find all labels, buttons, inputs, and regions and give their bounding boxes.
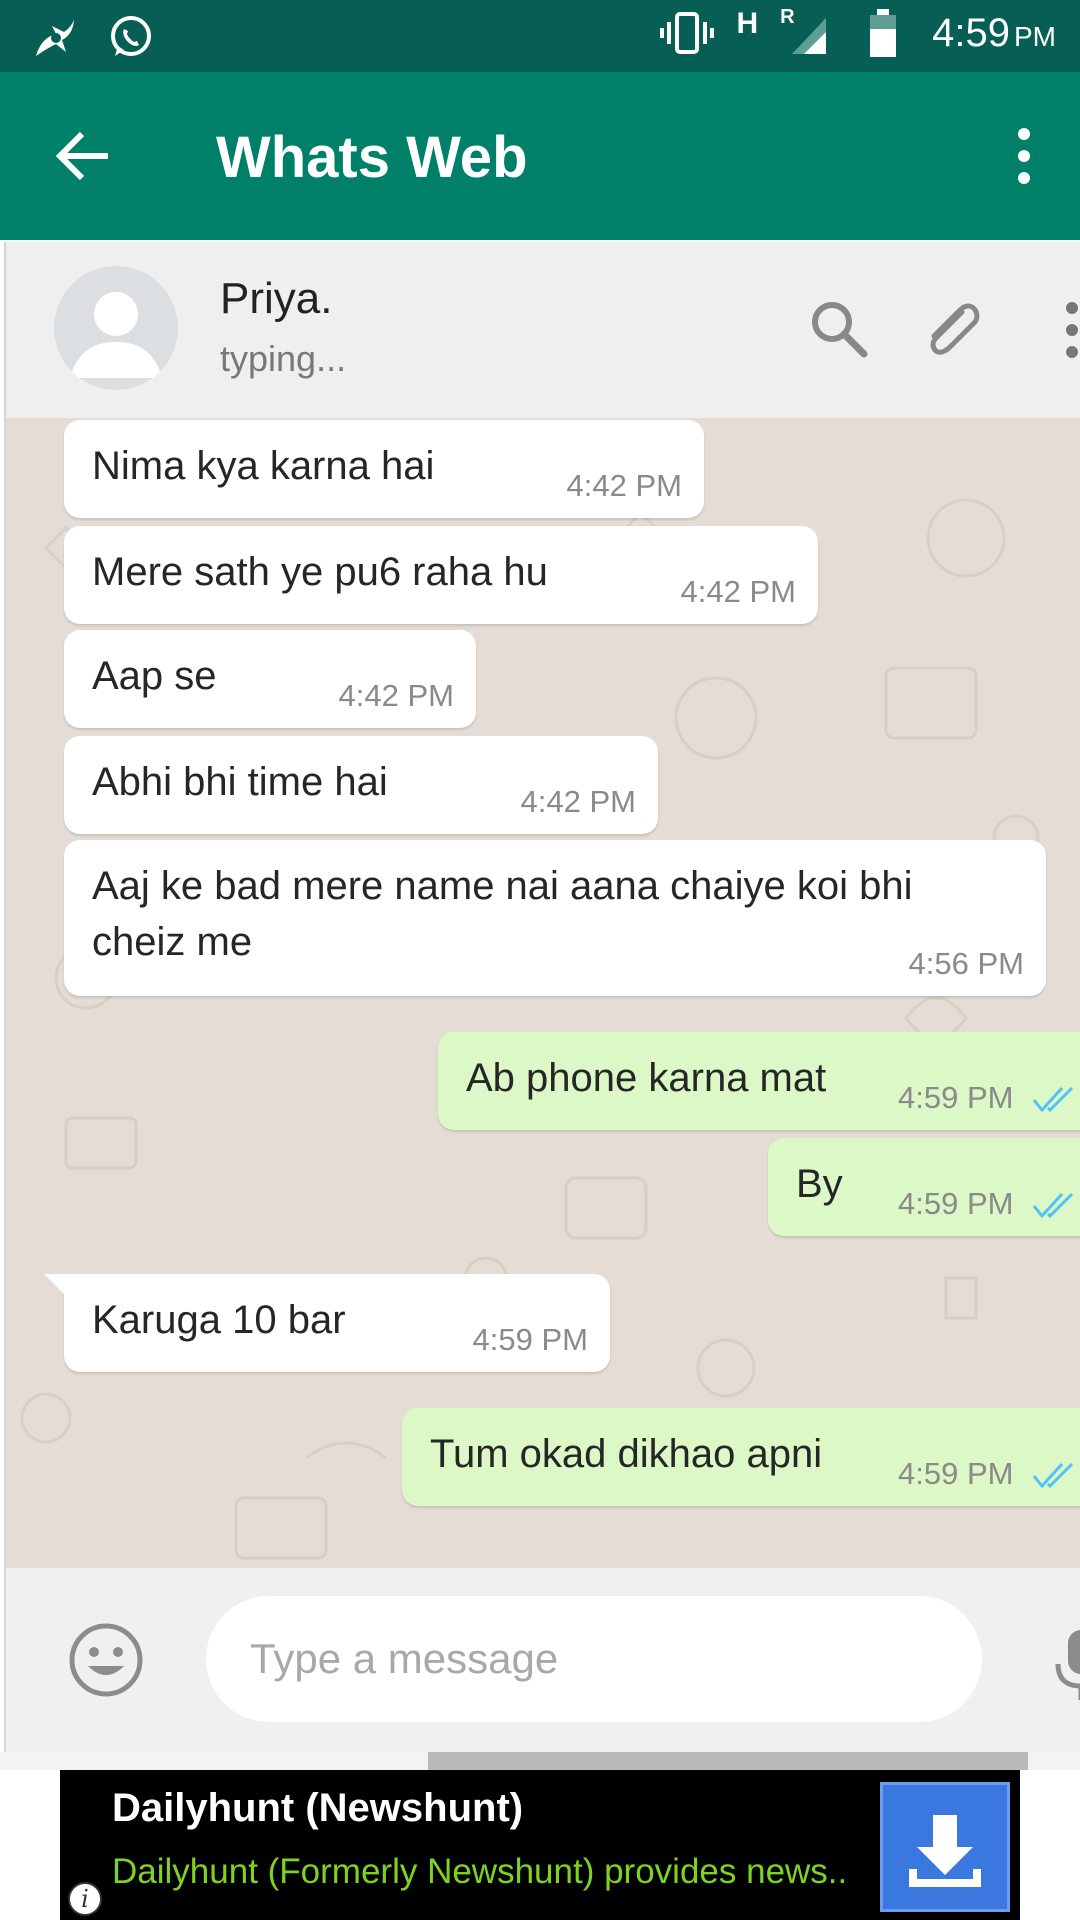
message-time: 4:42 PM [520,784,636,819]
message-text: Abhi bhi time hai [92,760,388,804]
contact-name: Priya. [220,274,333,323]
message-text: Nima kya karna hai [92,444,435,488]
ad-banner[interactable]: Dailyhunt (Newshunt) Dailyhunt (Formerly… [60,1770,1020,1920]
overflow-menu-icon[interactable] [1002,126,1046,186]
clock-ampm: PM [1014,20,1056,52]
download-icon [909,1815,981,1887]
message-text: Ab phone karna mat [466,1056,827,1100]
read-ticks-icon [1032,1086,1074,1113]
incoming-message[interactable]: Mere sath ye pu6 raha hu 4:42 PM [64,526,818,624]
message-text: Aaj ke bad mere name nai aana chaiye koi… [92,864,913,964]
ad-description[interactable]: Dailyhunt (Formerly Newshunt) provides n… [112,1852,847,1892]
message-time: 4:56 PM [908,946,1024,981]
roaming-label: R [780,6,795,28]
message-text: Tum okad dikhao apni [430,1432,823,1476]
message-text: Karuga 10 bar [92,1298,346,1342]
avast-icon [28,10,82,64]
horizontal-scrollbar[interactable] [0,1752,1080,1770]
contact-status: typing... [220,338,347,379]
composer [4,1568,1080,1752]
app-title: Whats Web [216,125,528,190]
message-time: 4:59 PM [898,1186,1014,1221]
battery-icon [856,6,910,60]
incoming-message[interactable]: Abhi bhi time hai 4:42 PM [64,736,658,834]
emoji-icon[interactable] [66,1620,146,1700]
whatsapp-icon [104,10,158,64]
ad-title[interactable]: Dailyhunt (Newshunt) [112,1786,523,1831]
search-icon[interactable] [806,296,870,360]
scrollbar-thumb[interactable] [428,1752,1028,1770]
status-bar: H R 4:59 PM [0,0,1080,72]
incoming-message[interactable]: Karuga 10 bar 4:59 PM [44,1274,610,1372]
clock: 4:59 PM [932,11,1056,56]
message-time: 4:59 PM [472,1322,588,1357]
message-time: 4:42 PM [338,678,454,713]
avatar[interactable] [54,266,178,390]
read-ticks-icon [1032,1192,1074,1219]
incoming-message[interactable]: Aap se 4:42 PM [64,630,476,728]
attach-icon[interactable] [918,296,986,364]
message-input[interactable] [206,1596,982,1722]
more-icon[interactable] [1050,300,1080,360]
message-time: 4:59 PM [898,1080,1014,1115]
mic-icon[interactable] [1046,1624,1080,1704]
signal-icon: R [780,6,834,60]
message-text: Aap se [92,654,217,698]
clock-time: 4:59 [932,10,1010,55]
incoming-message[interactable]: Aaj ke bad mere name nai aana chaiye koi… [64,840,1046,996]
network-type-label: H [736,7,759,40]
info-icon[interactable]: i [68,1882,102,1916]
message-time: 4:59 PM [898,1456,1014,1491]
app-bar: Whats Web [0,72,1080,240]
chat-header[interactable]: Priya. typing... [4,242,1080,418]
message-time: 4:42 PM [566,468,682,503]
outgoing-message[interactable]: Ab phone karna mat 4:59 PM [438,1032,1080,1130]
message-text: Mere sath ye pu6 raha hu [92,550,548,594]
back-arrow-icon[interactable] [52,122,120,190]
bubble-tail [44,1274,70,1300]
outgoing-message[interactable]: By 4:59 PM [768,1138,1080,1236]
message-text: By [796,1162,843,1206]
vibrate-icon [660,6,715,60]
incoming-message[interactable]: Nima kya karna hai 4:42 PM [64,420,704,518]
outgoing-message[interactable]: Tum okad dikhao apni 4:59 PM [402,1408,1080,1506]
ad-download-button[interactable] [880,1782,1010,1912]
message-list[interactable]: Nima kya karna hai 4:42 PM Mere sath ye … [4,418,1080,1568]
read-ticks-icon [1032,1462,1074,1489]
message-time: 4:42 PM [680,574,796,609]
